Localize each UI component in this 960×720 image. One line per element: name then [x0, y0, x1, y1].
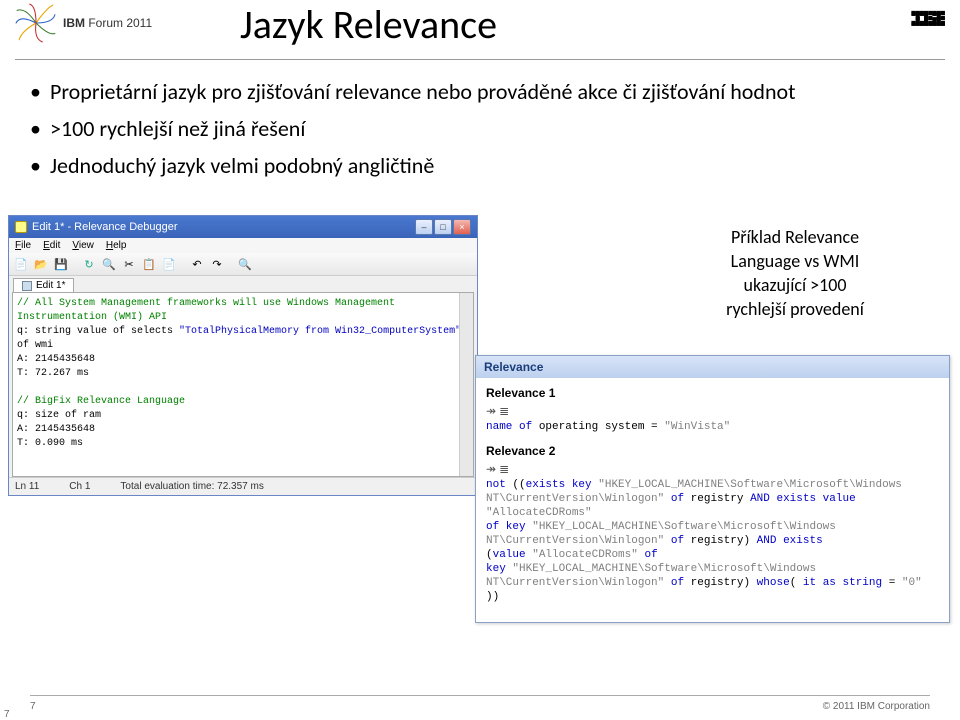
cut-icon[interactable]: ✂ — [121, 256, 137, 272]
window-titlebar: Edit 1* - Relevance Debugger – □ × — [9, 216, 477, 238]
code-line: A: 2145435648 — [17, 353, 469, 367]
code-line: // All System Management frameworks will… — [17, 297, 469, 325]
relevance-1-title: Relevance 1 — [486, 386, 939, 400]
slide-body: Proprietární jazyk pro zjišťování releva… — [0, 60, 960, 179]
redo-icon[interactable]: ↷ — [209, 256, 225, 272]
relevance-panel-body: Relevance 1 ↠ ≣ name of operating system… — [476, 378, 949, 622]
debugger-screenshot: Edit 1* - Relevance Debugger – □ × File … — [8, 215, 478, 496]
open-icon[interactable]: 📂 — [33, 256, 49, 272]
maximize-button[interactable]: □ — [434, 219, 452, 235]
page-number: 7 — [30, 701, 36, 712]
slide-title: Jazyk Relevance — [240, 0, 497, 49]
example-caption: Příklad Relevance Language vs WMI ukazuj… — [670, 225, 920, 321]
code-line: q: string value of selects "TotalPhysica… — [17, 325, 469, 353]
save-icon[interactable]: 💾 — [53, 256, 69, 272]
arrow-icon[interactable]: ↠ — [486, 404, 496, 418]
relevance-panel: Relevance Relevance 1 ↠ ≣ name of operat… — [475, 355, 950, 623]
ibm-logo-icon: ▄▄▄▄▄▄▄▄▀█▀█▄▀█▄▄█▄█▄██▄▀▀▀▀▀▀▀▀ — [911, 10, 945, 30]
window-icon — [15, 221, 27, 233]
footer-divider — [30, 695, 930, 696]
relevance-section-1: Relevance 1 ↠ ≣ name of operating system… — [486, 386, 939, 434]
arrow-icon[interactable]: ↠ — [486, 462, 496, 476]
menu-file[interactable]: File — [15, 240, 31, 251]
slide-header: IBM Forum 2011 Jazyk Relevance ▄▄▄▄▄▄▄▄▀… — [15, 0, 945, 60]
debugger-window: Edit 1* - Relevance Debugger – □ × File … — [8, 215, 478, 496]
menu-edit[interactable]: Edit — [43, 240, 60, 251]
toolbar: 📄 📂 💾 ↻ 🔍 ✂ 📋 📄 ↶ ↷ 🔍 — [9, 253, 477, 276]
caption-line: Příklad Relevance — [670, 225, 920, 249]
window-title-text: Edit 1* - Relevance Debugger — [32, 221, 178, 233]
caption-line: rychlejší provedení — [670, 297, 920, 321]
status-ln: Ln 11 — [15, 481, 39, 492]
minimize-button[interactable]: – — [415, 219, 433, 235]
search-icon[interactable]: 🔍 — [101, 256, 117, 272]
swirl-icon — [15, 2, 57, 44]
new-file-icon[interactable]: 📄 — [13, 256, 29, 272]
scrollbar[interactable] — [459, 293, 473, 476]
code-line: q: size of ram — [17, 409, 469, 423]
undo-icon[interactable]: ↶ — [189, 256, 205, 272]
code-line: T: 0.090 ms — [17, 437, 469, 451]
bullet-1: Proprietární jazyk pro zjišťování releva… — [30, 78, 930, 105]
bullet-2: >100 rychlejší než jiná řešení — [30, 115, 930, 142]
code-line: // BigFix Relevance Language — [17, 395, 469, 409]
tab-label: Edit 1* — [36, 280, 65, 291]
editor-tabs: Edit 1* — [9, 276, 477, 292]
caption-line: Language vs WMI — [670, 249, 920, 273]
relevance-1-code: name of operating system = "WinVista" — [486, 420, 939, 434]
status-eval: Total evaluation time: 72.357 ms — [120, 481, 263, 492]
relevance-section-2: Relevance 2 ↠ ≣ not ((exists key "HKEY_L… — [486, 444, 939, 604]
code-line: A: 2145435648 — [17, 423, 469, 437]
bullet-list: Proprietární jazyk pro zjišťování releva… — [30, 78, 930, 179]
status-ch: Ch 1 — [69, 481, 90, 492]
lines-icon[interactable]: ≣ — [499, 404, 509, 418]
forum-label: IBM Forum 2011 — [63, 16, 152, 30]
menu-help[interactable]: Help — [106, 240, 127, 251]
caption-line: ukazující >100 — [670, 273, 920, 297]
code-editor[interactable]: // All System Management frameworks will… — [12, 292, 474, 477]
refresh-icon[interactable]: ↻ — [81, 256, 97, 272]
status-bar: Ln 11 Ch 1 Total evaluation time: 72.357… — [9, 477, 477, 495]
lines-icon[interactable]: ≣ — [499, 462, 509, 476]
slide-footer: 7 © 2011 IBM Corporation — [0, 701, 960, 712]
bullet-3: Jednoduchý jazyk velmi podobný angličtin… — [30, 152, 930, 179]
zoom-icon[interactable]: 🔍 — [237, 256, 253, 272]
menu-bar: File Edit View Help — [9, 238, 477, 253]
relevance-toolbar-icons: ↠ ≣ — [486, 404, 939, 418]
relevance-2-code: not ((exists key "HKEY_LOCAL_MACHINE\Sof… — [486, 478, 939, 604]
tab-icon — [22, 281, 32, 291]
menu-view[interactable]: View — [72, 240, 94, 251]
copy-icon[interactable]: 📋 — [141, 256, 157, 272]
relevance-2-title: Relevance 2 — [486, 444, 939, 458]
forum-logo: IBM Forum 2011 — [15, 2, 152, 44]
close-button[interactable]: × — [453, 219, 471, 235]
paste-icon[interactable]: 📄 — [161, 256, 177, 272]
editor-tab[interactable]: Edit 1* — [13, 278, 74, 292]
relevance-toolbar-icons: ↠ ≣ — [486, 462, 939, 476]
code-line: T: 72.267 ms — [17, 367, 469, 381]
relevance-panel-title: Relevance — [476, 356, 949, 378]
window-buttons: – □ × — [415, 219, 471, 235]
page-number-secondary: 7 — [4, 709, 10, 720]
copyright-text: © 2011 IBM Corporation — [823, 701, 930, 712]
